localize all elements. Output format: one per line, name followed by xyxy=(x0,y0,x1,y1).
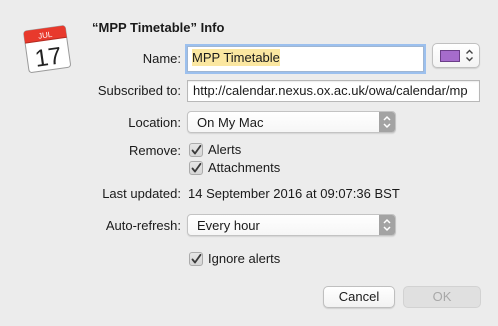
attachments-label: Attachments xyxy=(208,160,281,175)
location-popup-value: On My Mac xyxy=(197,115,264,130)
alerts-label: Alerts xyxy=(208,142,242,157)
calendar-app-icon: JUL 17 xyxy=(20,22,76,74)
name-field-value: MPP Timetable xyxy=(192,49,280,66)
color-picker-button[interactable] xyxy=(432,43,480,68)
last-updated-label: Last updated: xyxy=(102,186,181,201)
checkmark-icon xyxy=(191,162,202,173)
chevron-up-down-icon xyxy=(379,112,395,132)
dialog-title: “MPP Timetable” Info xyxy=(92,20,225,35)
name-label: Name: xyxy=(142,51,181,66)
checkmark-icon xyxy=(191,253,202,264)
color-swatch xyxy=(440,50,460,62)
location-popup[interactable]: On My Mac xyxy=(187,111,396,133)
checkmark-icon xyxy=(191,144,202,155)
ok-button[interactable]: OK xyxy=(403,286,481,308)
ignore-alerts-checkbox[interactable] xyxy=(189,252,203,266)
cancel-button[interactable]: Cancel xyxy=(323,286,395,308)
subscription-url-field[interactable]: http://calendar.nexus.ox.ac.uk/owa/calen… xyxy=(187,80,480,102)
auto-refresh-popup-value: Every hour xyxy=(197,218,260,233)
attachments-checkbox[interactable] xyxy=(189,161,203,175)
remove-label: Remove: xyxy=(128,143,181,158)
name-field[interactable]: MPP Timetable xyxy=(187,46,424,72)
auto-refresh-label: Auto-refresh: xyxy=(105,218,181,233)
calendar-info-dialog: JUL 17 “MPP Timetable” Info Name: MPP Ti… xyxy=(0,0,498,326)
last-updated-value: 14 September 2016 at 09:07:36 BST xyxy=(188,186,400,201)
chevron-up-down-icon xyxy=(379,215,395,235)
subscribed-to-label: Subscribed to: xyxy=(97,83,181,98)
location-label: Location: xyxy=(128,115,181,130)
chevron-up-down-icon xyxy=(466,49,473,62)
alerts-checkbox[interactable] xyxy=(189,143,203,157)
auto-refresh-popup[interactable]: Every hour xyxy=(187,214,396,236)
ignore-alerts-label: Ignore alerts xyxy=(208,251,281,266)
